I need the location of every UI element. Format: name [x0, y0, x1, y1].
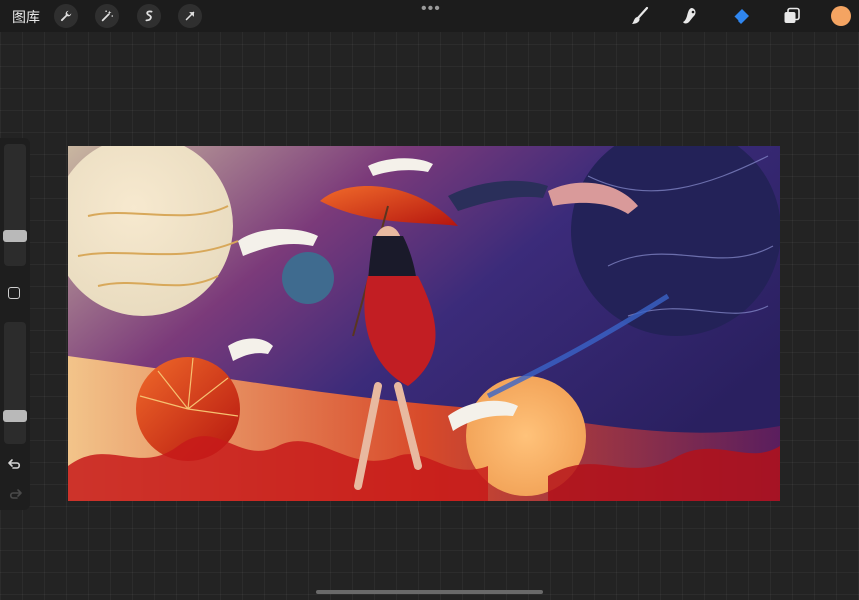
opacity-thumb[interactable]: [3, 410, 27, 422]
magic-wand-icon[interactable]: [95, 4, 119, 28]
artwork-illustration: [68, 146, 780, 501]
brush-icon[interactable]: [629, 5, 651, 27]
top-toolbar: 图库 •••: [0, 0, 859, 32]
undo-icon[interactable]: [7, 456, 23, 472]
left-sidebar: [0, 138, 30, 510]
smudge-icon[interactable]: [679, 5, 701, 27]
more-options-button[interactable]: •••: [421, 0, 441, 18]
brush-size-thumb[interactable]: [3, 230, 27, 242]
eraser-icon[interactable]: [730, 5, 752, 27]
color-picker-button[interactable]: [831, 6, 851, 26]
gallery-button[interactable]: 图库: [12, 7, 40, 27]
selection-icon[interactable]: [137, 4, 161, 28]
opacity-slider[interactable]: [3, 322, 27, 444]
layers-icon[interactable]: [781, 5, 803, 27]
drawing-canvas[interactable]: [68, 146, 780, 501]
home-indicator: [316, 590, 543, 594]
modify-button[interactable]: [8, 287, 20, 299]
redo-icon[interactable]: [7, 486, 23, 502]
transform-arrow-icon[interactable]: [178, 4, 202, 28]
wrench-icon[interactable]: [54, 4, 78, 28]
brush-size-slider[interactable]: [3, 144, 27, 266]
